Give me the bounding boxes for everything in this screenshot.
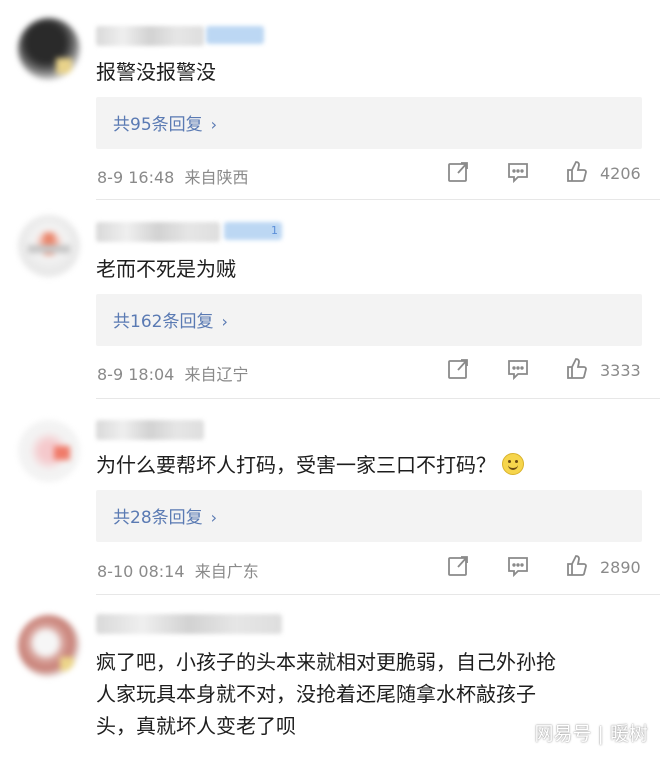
smile-emoji-icon [502,453,524,475]
avatar[interactable] [18,420,80,482]
like-icon[interactable] [565,160,589,184]
reply-count-link[interactable]: 共28条回复 › [113,503,217,528]
comment-text: 为什么要帮坏人打码，受害一家三口不打码？ [96,449,644,481]
divider [96,398,660,399]
avatar[interactable] [18,615,80,677]
divider [96,594,660,595]
chevron-right-icon: › [221,312,228,331]
reply-box[interactable]: 共28条回复 › [96,490,642,542]
reply-count-link[interactable]: 共95条回复 › [113,110,217,135]
comment-text: 老而不死是为贼 [96,257,236,281]
username-blurred[interactable] [96,614,282,634]
comment-text: 报警没报警没 [96,60,216,84]
comment-actions: 3333 [0,357,660,387]
chevron-right-icon: › [210,115,218,134]
comment-text-line: 疯了吧，小孩子的头本来就相对更脆弱，自己外孙抢 [96,650,556,674]
comment-actions: 4206 [0,160,660,190]
username-blurred[interactable] [96,26,204,46]
share-icon[interactable] [446,554,470,578]
divider [96,199,660,200]
like-icon[interactable] [565,554,589,578]
reply-box[interactable]: 共95条回复 › [96,97,642,149]
like-count: 2890 [600,558,641,577]
comment-icon[interactable] [506,160,530,184]
comment-actions: 2890 [0,554,660,584]
user-badge-blurred [206,26,264,44]
comment-icon[interactable] [506,554,530,578]
reply-box[interactable]: 共162条回复 › [96,294,642,346]
chevron-right-icon: › [210,508,218,527]
user-level-number: 1 [271,224,278,237]
share-icon[interactable] [446,160,470,184]
username-blurred[interactable] [96,420,204,440]
watermark: 网易号 | 暖树 [534,723,648,745]
like-count: 3333 [600,361,641,380]
comment-icon[interactable] [506,357,530,381]
share-icon[interactable] [446,357,470,381]
comment-text-line: 人家玩具本身就不对，没抢着还尾随拿水杯敲孩子 [96,682,536,706]
like-icon[interactable] [565,357,589,381]
avatar[interactable] [18,18,80,80]
like-count: 4206 [600,164,641,183]
reply-count-link[interactable]: 共162条回复 › [113,307,228,332]
username-blurred[interactable] [96,222,220,242]
avatar[interactable] [18,215,80,277]
